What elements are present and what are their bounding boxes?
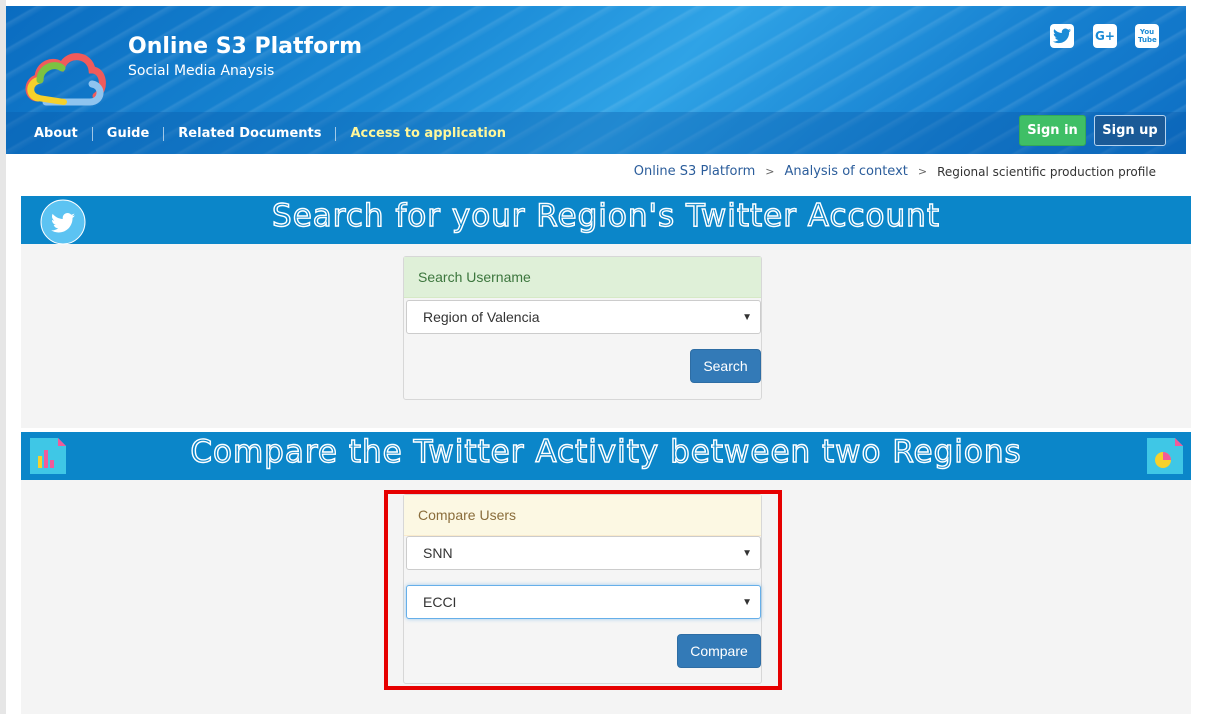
- breadcrumb-link-analysis[interactable]: Analysis of context: [785, 164, 908, 179]
- breadcrumb-separator: >: [765, 165, 775, 178]
- page: Online S3 Platform Social Media Anaysis …: [0, 0, 1206, 714]
- nav-access-to-application[interactable]: Access to application: [336, 126, 520, 141]
- nav-about[interactable]: About: [34, 126, 92, 141]
- breadcrumb-separator: >: [917, 165, 928, 178]
- main-nav: About Guide Related Documents Access to …: [34, 126, 520, 141]
- google-plus-icon[interactable]: G+: [1093, 24, 1117, 48]
- compare-banner-title: Compare the Twitter Activity between two…: [190, 433, 1022, 470]
- search-banner: Search for your Region's Twitter Account: [21, 196, 1191, 245]
- region-select[interactable]: Region of Valencia ▼: [406, 300, 761, 334]
- cloud-logo-icon: [25, 53, 106, 106]
- nav-guide[interactable]: Guide: [93, 126, 164, 141]
- search-panel-heading: Search Username: [404, 257, 761, 298]
- twitter-icon[interactable]: [1050, 24, 1074, 48]
- breadcrumb-link-home[interactable]: Online S3 Platform: [634, 164, 756, 179]
- search-panel: Search Username Region of Valencia ▼ Sea…: [403, 256, 762, 400]
- pie-chart-document-icon: [1147, 438, 1183, 474]
- youtube-icon[interactable]: You Tube: [1135, 24, 1159, 48]
- search-banner-title: Search for your Region's Twitter Account: [271, 197, 940, 234]
- site-header: Online S3 Platform Social Media Anaysis …: [6, 6, 1186, 154]
- chevron-down-icon: ▼: [742, 312, 752, 323]
- sign-in-button[interactable]: Sign in: [1019, 115, 1086, 146]
- breadcrumb: Online S3 Platform > Analysis of context…: [634, 164, 1156, 179]
- sign-up-button[interactable]: Sign up: [1094, 115, 1166, 146]
- search-button[interactable]: Search: [690, 349, 761, 383]
- region-select-value: Region of Valencia: [423, 309, 540, 325]
- highlight-box: [384, 490, 782, 690]
- breadcrumb-current: Regional scientific production profile: [937, 164, 1156, 179]
- nav-related-documents[interactable]: Related Documents: [164, 126, 335, 141]
- site-title: Online S3 Platform: [128, 34, 362, 59]
- site-subtitle: Social Media Anaysis: [128, 63, 275, 79]
- compare-banner: Compare the Twitter Activity between two…: [21, 432, 1191, 480]
